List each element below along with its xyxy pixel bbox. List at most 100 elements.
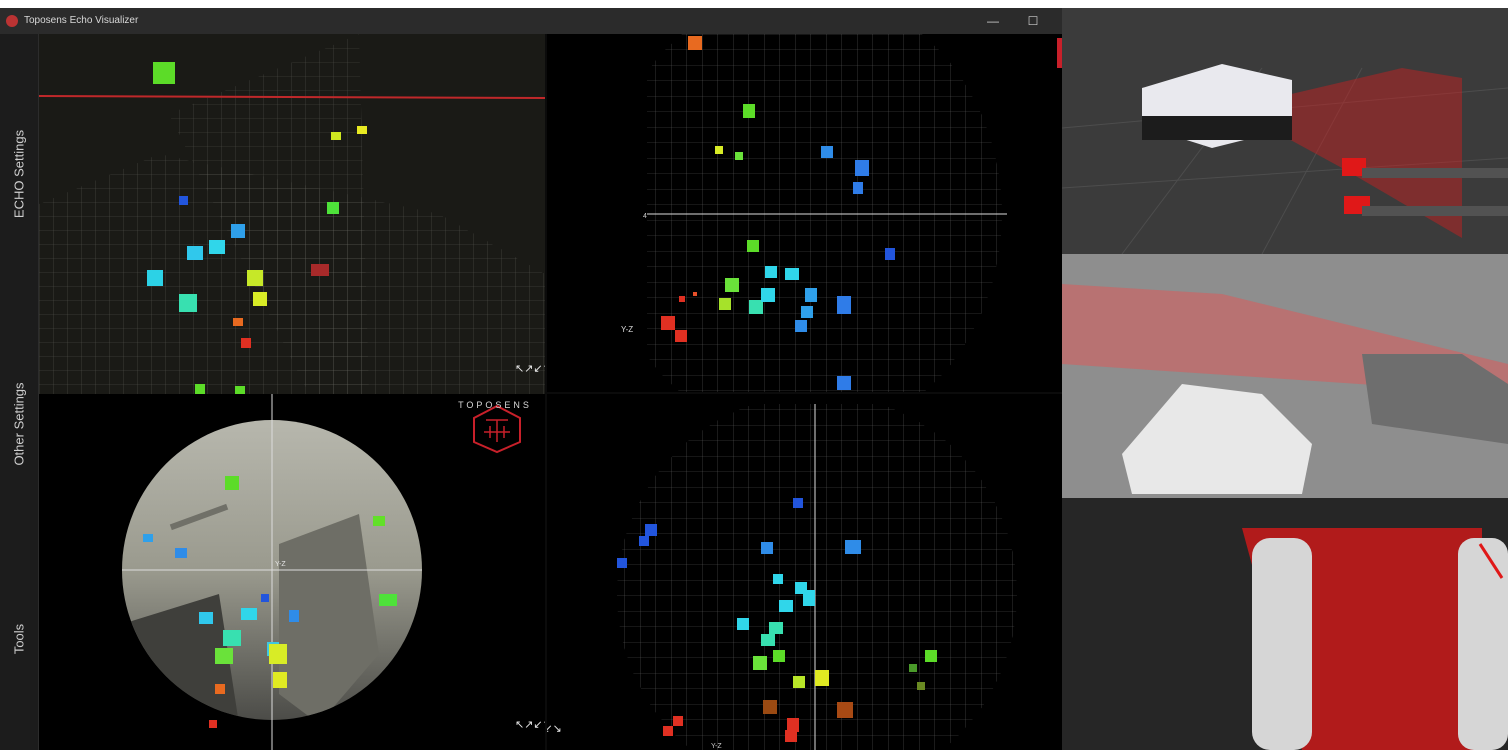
- echo-point: [179, 294, 197, 312]
- maximize-button[interactable]: ☐: [1018, 11, 1048, 31]
- echo-point: [917, 682, 925, 690]
- app-window: Toposens Echo Visualizer — ☐ ECHO Settin…: [0, 8, 1062, 750]
- grid: [647, 34, 1002, 392]
- echo-point: [253, 292, 267, 306]
- echo-point: [693, 292, 697, 296]
- echo-point: [821, 146, 833, 158]
- echo-point: [209, 240, 225, 254]
- echo-point: [269, 644, 287, 664]
- echo-point: [773, 574, 783, 584]
- sensor-plane-line: [39, 95, 545, 99]
- axis-label: Y-Z: [711, 743, 722, 750]
- echo-point: [837, 376, 851, 390]
- expand-icon[interactable]: ↖↗↙↘: [515, 720, 545, 742]
- echo-point: [785, 730, 797, 742]
- echo-point: [215, 684, 225, 694]
- expand-icon[interactable]: ↖↗↙↘: [515, 364, 545, 386]
- echo-point: [663, 726, 673, 736]
- echo-point: [617, 558, 627, 568]
- sidebar: ECHO Settings Other Settings Tools: [0, 34, 39, 750]
- tab-tools[interactable]: Tools: [0, 604, 38, 674]
- car-parking-scene: [1062, 254, 1508, 498]
- echo-point: [179, 196, 188, 205]
- axis-tick-label: 4: [643, 213, 647, 220]
- echo-point: [673, 716, 683, 726]
- camera-axis-label: Y-Z: [275, 561, 286, 568]
- echo-point: [735, 152, 743, 160]
- car-seat: [1252, 538, 1312, 750]
- echo-point: [175, 548, 187, 558]
- echo-point: [837, 702, 853, 718]
- echo-point: [749, 300, 763, 314]
- echo-point: [187, 246, 203, 260]
- echo-point: [261, 594, 269, 602]
- echo-point: [803, 590, 815, 606]
- robot-scene: [1062, 8, 1508, 254]
- point-cloud-3d-view[interactable]: ↖↗↙↘: [39, 34, 545, 394]
- echo-point: [885, 248, 895, 260]
- grid: [617, 404, 1017, 750]
- echo-point: [795, 320, 807, 332]
- echo-point: [747, 240, 759, 252]
- car-seat: [1458, 538, 1508, 750]
- echo-point: [373, 516, 385, 526]
- echo-point: [327, 202, 339, 214]
- echo-point: [273, 672, 287, 688]
- echo-point: [787, 718, 799, 732]
- echo-point: [779, 600, 793, 612]
- point-cloud-2d-view-bottom[interactable]: Y-Z ↖↗↙↘: [547, 394, 1062, 750]
- tab-other-settings[interactable]: Other Settings: [0, 354, 38, 494]
- tab-echo-settings[interactable]: ECHO Settings: [0, 104, 38, 244]
- echo-point: [793, 498, 803, 508]
- axis-label: Y-Z: [621, 325, 633, 334]
- echo-point: [761, 542, 773, 554]
- echo-point: [719, 298, 731, 310]
- echo-point: [199, 612, 213, 624]
- tab-echo-settings-label: ECHO Settings: [11, 129, 27, 219]
- point-cloud-2d-view-top[interactable]: 4 Y-Z: [547, 34, 1062, 392]
- echo-point: [289, 610, 299, 622]
- window-title: Toposens Echo Visualizer: [24, 15, 139, 26]
- echo-point: [688, 36, 702, 50]
- echo-point: [241, 338, 251, 348]
- echo-point: [143, 534, 153, 542]
- echo-point: [311, 264, 329, 276]
- echo-point: [743, 104, 755, 118]
- echo-point: [801, 306, 813, 318]
- echo-point: [241, 608, 257, 620]
- echo-point: [235, 386, 245, 394]
- car-interior-image: [1062, 498, 1508, 750]
- echo-point: [195, 384, 205, 394]
- grid-scene-top: 4 Y-Z: [621, 34, 1062, 392]
- echo-point: [837, 296, 851, 314]
- echo-point: [769, 622, 783, 634]
- minimize-button[interactable]: —: [978, 11, 1008, 31]
- echo-point: [761, 634, 775, 646]
- echo-point: [331, 132, 341, 140]
- echo-point: [793, 676, 805, 688]
- echo-point: [679, 296, 685, 302]
- echo-point: [815, 670, 829, 686]
- echo-point: [805, 288, 817, 302]
- 3d-scene: [39, 34, 545, 394]
- echo-point: [909, 664, 917, 672]
- echo-point: [645, 524, 657, 536]
- echo-point: [855, 160, 869, 176]
- tab-other-settings-label: Other Settings: [11, 382, 27, 466]
- echo-point: [247, 270, 263, 286]
- echo-point: [765, 266, 777, 278]
- echo-point: [223, 630, 241, 646]
- echo-point: [225, 476, 239, 490]
- echo-point: [147, 270, 163, 286]
- echo-point: [715, 146, 723, 154]
- echo-point: [357, 126, 367, 134]
- echo-point: [209, 720, 217, 728]
- echo-point: [233, 318, 243, 326]
- echo-point: [725, 278, 739, 292]
- app-logo-icon: [6, 15, 18, 27]
- car-parking-image: [1062, 254, 1508, 498]
- echo-point: [153, 62, 175, 84]
- echo-point: [763, 700, 777, 714]
- echo-point: [753, 656, 767, 670]
- echo-point: [761, 288, 775, 302]
